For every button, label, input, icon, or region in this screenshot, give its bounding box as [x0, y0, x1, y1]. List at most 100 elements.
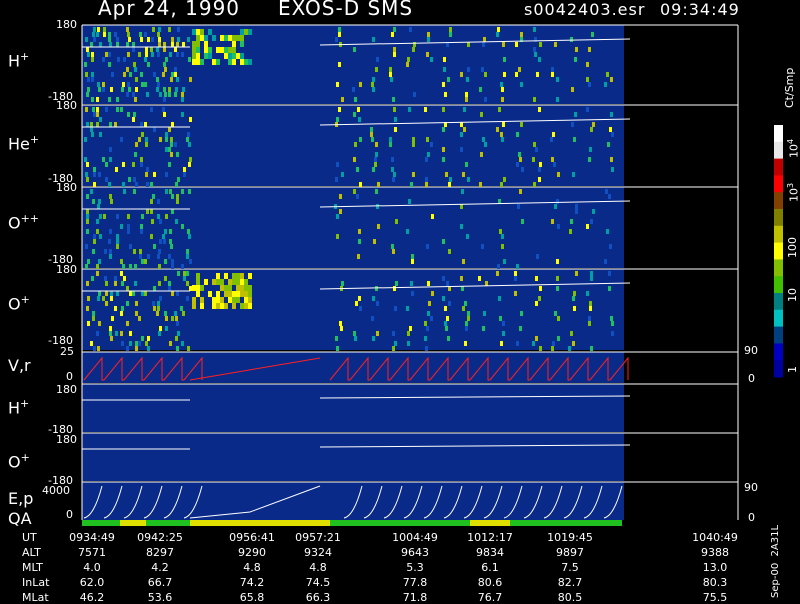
heat-cell — [216, 279, 220, 285]
heat-cell — [425, 346, 428, 351]
heat-cell — [228, 59, 232, 65]
footer-value: 5.3 — [406, 561, 424, 574]
heat-cell — [86, 229, 89, 234]
heat-cell — [427, 152, 430, 157]
heat-cell — [182, 311, 185, 316]
heat-cell — [448, 182, 451, 187]
heat-cell — [133, 249, 136, 254]
heat-cell — [442, 147, 445, 152]
heat-cell — [514, 291, 517, 296]
heat-cell — [145, 52, 148, 57]
heat-cell — [463, 107, 466, 112]
heat-cell — [85, 264, 88, 269]
heat-cell — [372, 167, 375, 172]
heat-cell — [176, 194, 179, 199]
heat-cell — [109, 326, 112, 331]
heat-cell — [110, 296, 113, 301]
heat-cell — [611, 321, 614, 326]
heat-cell — [232, 273, 236, 279]
heat-cell — [96, 331, 99, 336]
heat-cell — [520, 311, 523, 316]
heat-cell — [356, 167, 359, 172]
heat-cell — [216, 297, 220, 303]
heat-cell — [140, 224, 143, 229]
colorbar-swatch — [774, 276, 783, 294]
heat-cell — [339, 209, 342, 214]
heat-cell — [394, 306, 397, 311]
heat-cell — [98, 199, 101, 204]
heat-cell — [86, 209, 89, 214]
heat-cell — [462, 306, 465, 311]
heat-cell — [92, 107, 95, 112]
heat-cell — [460, 224, 463, 229]
heat-cell — [126, 301, 129, 306]
heat-cell — [170, 152, 173, 157]
heat-cell — [153, 286, 156, 291]
heat-cell — [212, 279, 216, 285]
heat-cell — [171, 264, 174, 269]
heat-cell — [609, 127, 612, 132]
heat-cell — [236, 279, 240, 285]
heat-cell — [610, 112, 613, 117]
heat-cell — [133, 189, 136, 194]
heat-cell — [144, 122, 147, 127]
heat-cell — [371, 82, 374, 87]
heat-cell — [425, 177, 428, 182]
heat-cell — [181, 112, 184, 117]
heat-cell — [467, 42, 470, 47]
heat-cell — [122, 82, 125, 87]
heat-cell — [573, 306, 576, 311]
heat-cell — [372, 336, 375, 341]
heat-cell — [606, 72, 609, 77]
heat-cell — [116, 239, 119, 244]
heat-cell — [592, 122, 595, 127]
heat-cell — [196, 35, 200, 41]
heat-cell — [426, 137, 429, 142]
heat-cell — [174, 67, 177, 72]
heat-cell — [157, 32, 160, 37]
heat-cell — [157, 214, 160, 219]
heat-cell — [430, 142, 433, 147]
heat-cell — [186, 254, 189, 259]
heat-cell — [140, 72, 143, 77]
heat-cell — [394, 341, 397, 346]
heat-cell — [129, 331, 132, 336]
heat-cell — [196, 291, 200, 297]
heat-cell — [96, 32, 99, 37]
heat-cell — [86, 214, 89, 219]
heat-cell — [463, 127, 466, 132]
heat-cell — [443, 67, 446, 72]
heat-cell — [97, 27, 100, 32]
heat-cell — [586, 291, 589, 296]
ytick-vr-bot: 0 — [66, 370, 73, 383]
heat-cell — [395, 281, 398, 286]
heat-cell — [240, 291, 244, 297]
heat-cell — [192, 29, 196, 35]
heat-cell — [465, 92, 468, 97]
heat-cell — [96, 271, 99, 276]
heat-cell — [204, 35, 208, 41]
colorbar-swatch — [774, 141, 783, 160]
heat-cell — [93, 234, 96, 239]
heat-cell — [85, 72, 88, 77]
heat-cell — [165, 132, 168, 137]
footer-label-inlat: InLat — [22, 576, 50, 589]
heat-cell — [393, 286, 396, 291]
footer-side-label: Sep-00 2A31L — [770, 524, 781, 598]
heat-cell — [460, 276, 463, 281]
footer-value: 4.0 — [83, 561, 101, 574]
heat-cell — [91, 77, 94, 82]
heat-cell — [464, 301, 467, 306]
heat-cell — [228, 291, 232, 297]
heat-cell — [502, 42, 505, 47]
heat-cell — [426, 52, 429, 57]
heat-cell — [606, 229, 609, 234]
heat-cell — [96, 229, 99, 234]
heat-cell — [516, 341, 519, 346]
heat-cell — [186, 249, 189, 254]
heat-cell — [428, 301, 431, 306]
heat-cell — [377, 182, 380, 187]
heat-cell — [390, 77, 393, 82]
heat-cell — [114, 32, 117, 37]
heat-cell — [460, 132, 463, 137]
